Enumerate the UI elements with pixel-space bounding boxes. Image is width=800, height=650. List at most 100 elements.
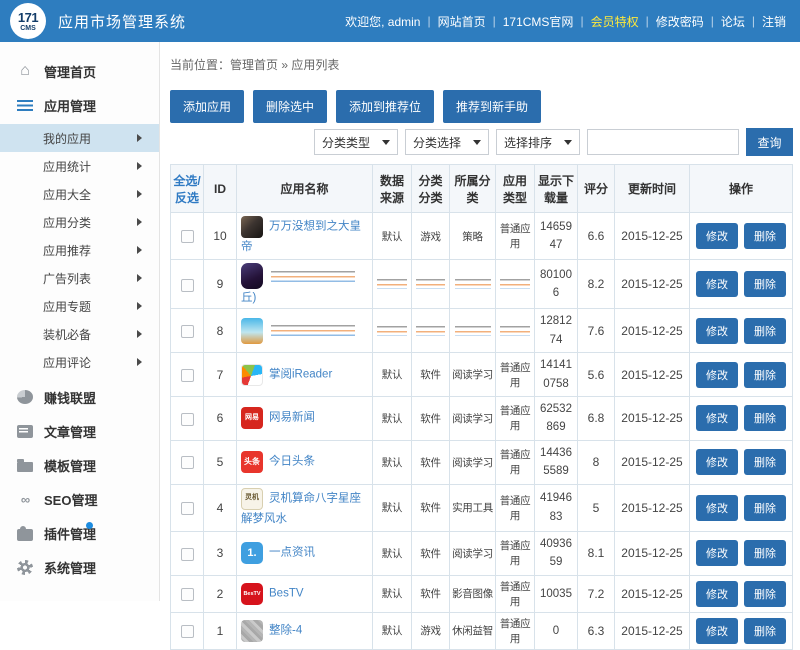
sidebar-subitem-label: 装机必备 <box>43 326 91 343</box>
cell-app-type: 普通应用 <box>496 532 535 576</box>
app-name-fragment[interactable]: 丘) <box>241 289 370 305</box>
cell-select <box>171 309 204 353</box>
cell-app-type: 普通应用 <box>496 612 535 649</box>
sidebar-subitem-我的应用[interactable]: 我的应用 <box>0 124 159 152</box>
row-checkbox[interactable] <box>181 369 194 382</box>
column-header-分类分类: 分类分类 <box>412 165 450 213</box>
top-link-注销[interactable]: 注销 <box>762 13 786 30</box>
sidebar-item-插件管理[interactable]: 插件管理 <box>0 516 159 550</box>
row-checkbox[interactable] <box>181 588 194 601</box>
sidebar-subitem-广告列表[interactable]: 广告列表 <box>0 264 159 292</box>
app-name-wrap <box>241 263 370 289</box>
app-name-link[interactable]: 掌阅iReader <box>269 368 332 380</box>
app-name-link[interactable]: 整除-4 <box>269 624 302 636</box>
delete-button[interactable]: 删除 <box>744 618 786 644</box>
sidebar-item-应用管理[interactable]: 应用管理 <box>0 88 159 122</box>
top-link-171CMS官网[interactable]: 171CMS官网 <box>503 13 574 30</box>
delete-button[interactable]: 删除 <box>744 223 786 249</box>
select-all-toggle[interactable]: 全选/反选 <box>171 165 204 213</box>
sidebar-subitem-应用大全[interactable]: 应用大全 <box>0 180 159 208</box>
app-name-link[interactable]: 一点资讯 <box>269 547 315 559</box>
top-link-vip[interactable]: 会员特权 <box>591 13 639 30</box>
app-icon-glitchpurple <box>241 263 263 289</box>
row-checkbox[interactable] <box>181 230 194 243</box>
toolbar-button-添加到推荐位[interactable]: 添加到推荐位 <box>336 90 434 123</box>
toolbar-button-删除选中[interactable]: 删除选中 <box>253 90 327 123</box>
sidebar-item-赚钱联盟[interactable]: 赚钱联盟 <box>0 380 159 414</box>
top-link-网站首页[interactable]: 网站首页 <box>438 13 486 30</box>
app-name-wrap <box>241 318 370 344</box>
edit-button[interactable]: 修改 <box>696 223 738 249</box>
cell-rating: 6.3 <box>578 612 615 649</box>
edit-button[interactable]: 修改 <box>696 581 738 607</box>
row-checkbox[interactable] <box>181 502 194 515</box>
sidebar-item-SEO管理[interactable]: ∞SEO管理 <box>0 482 159 516</box>
edit-button[interactable]: 修改 <box>696 618 738 644</box>
sidebar-subitem-应用推荐[interactable]: 应用推荐 <box>0 236 159 264</box>
filter-bar: 分类类型分类选择选择排序 查询 <box>170 128 793 156</box>
row-checkbox[interactable] <box>181 279 194 292</box>
edit-button[interactable]: 修改 <box>696 318 738 344</box>
cell-rating: 6.8 <box>578 397 615 441</box>
select-分类选择[interactable]: 分类选择 <box>405 129 489 155</box>
search-input[interactable] <box>587 129 739 155</box>
app-table: 全选/反选ID应用名称数据来源分类分类所属分类应用类型显示下载量评分更新时间操作… <box>170 164 793 650</box>
app-name-link[interactable]: BesTV <box>269 587 304 599</box>
sidebar-subitem-应用统计[interactable]: 应用统计 <box>0 152 159 180</box>
delete-button[interactable]: 删除 <box>744 271 786 297</box>
toolbar-button-推荐到新手助[interactable]: 推荐到新手助 <box>443 90 541 123</box>
row-checkbox[interactable] <box>181 625 194 638</box>
cell-source: 默认 <box>373 440 412 484</box>
select-分类类型[interactable]: 分类类型 <box>314 129 398 155</box>
row-checkbox[interactable] <box>181 413 194 426</box>
delete-button[interactable]: 删除 <box>744 449 786 475</box>
sidebar-item-管理首页[interactable]: ⌂管理首页 <box>0 54 159 88</box>
toolbar-button-添加应用[interactable]: 添加应用 <box>170 90 244 123</box>
sidebar-subitem-应用专题[interactable]: 应用专题 <box>0 292 159 320</box>
sidebar-subitem-label: 应用评论 <box>43 354 91 371</box>
row-checkbox[interactable] <box>181 548 194 561</box>
cell-source: 默认 <box>373 532 412 576</box>
delete-button[interactable]: 删除 <box>744 318 786 344</box>
app-name-wrap: 万万没想到之大皇帝 <box>241 216 370 256</box>
select-选择排序[interactable]: 选择排序 <box>496 129 580 155</box>
sidebar-subitem-label: 应用专题 <box>43 298 91 315</box>
app-name-link[interactable]: 今日头条 <box>269 456 315 468</box>
delete-button[interactable]: 删除 <box>744 495 786 521</box>
sidebar-subitem-应用评论[interactable]: 应用评论 <box>0 348 159 376</box>
delete-button[interactable]: 删除 <box>744 405 786 431</box>
logo-text-171: 171 <box>18 11 38 24</box>
cell-actions: 修改删除 <box>690 532 793 576</box>
edit-button[interactable]: 修改 <box>696 540 738 566</box>
top-link-论坛[interactable]: 论坛 <box>721 13 745 30</box>
app-name-wrap: 网易网易新闻 <box>241 407 370 429</box>
edit-button[interactable]: 修改 <box>696 362 738 388</box>
sidebar-item-文章管理[interactable]: 文章管理 <box>0 414 159 448</box>
sidebar-item-系统管理[interactable]: 系统管理 <box>0 550 159 584</box>
row-checkbox[interactable] <box>181 325 194 338</box>
delete-button[interactable]: 删除 <box>744 362 786 388</box>
delete-button[interactable]: 删除 <box>744 540 786 566</box>
sidebar-item-label: 赚钱联盟 <box>44 388 96 407</box>
chevron-down-icon <box>473 140 481 145</box>
sidebar-item-模板管理[interactable]: 模板管理 <box>0 448 159 482</box>
sidebar-subitem-装机必备[interactable]: 装机必备 <box>0 320 159 348</box>
glitched-text <box>377 279 407 289</box>
edit-button[interactable]: 修改 <box>696 449 738 475</box>
cell-subcategory: 影音图像 <box>450 575 496 612</box>
cell-id: 7 <box>204 353 237 397</box>
edit-button[interactable]: 修改 <box>696 271 738 297</box>
cell-select <box>171 484 204 531</box>
delete-button[interactable]: 删除 <box>744 581 786 607</box>
top-link-修改密码[interactable]: 修改密码 <box>656 13 704 30</box>
notification-dot <box>86 522 93 529</box>
glitched-text <box>271 325 367 339</box>
breadcrumb-item-home[interactable]: 管理首页 <box>230 58 278 72</box>
app-name-link[interactable]: 网易新闻 <box>269 412 315 424</box>
edit-button[interactable]: 修改 <box>696 405 738 431</box>
sidebar-subitem-应用分类[interactable]: 应用分类 <box>0 208 159 236</box>
edit-button[interactable]: 修改 <box>696 495 738 521</box>
row-checkbox[interactable] <box>181 456 194 469</box>
query-button[interactable]: 查询 <box>746 128 793 156</box>
table-row: 4灵机灵机算命八字星座解梦风水默认软件实用工具普通应用419468352015-… <box>171 484 793 531</box>
